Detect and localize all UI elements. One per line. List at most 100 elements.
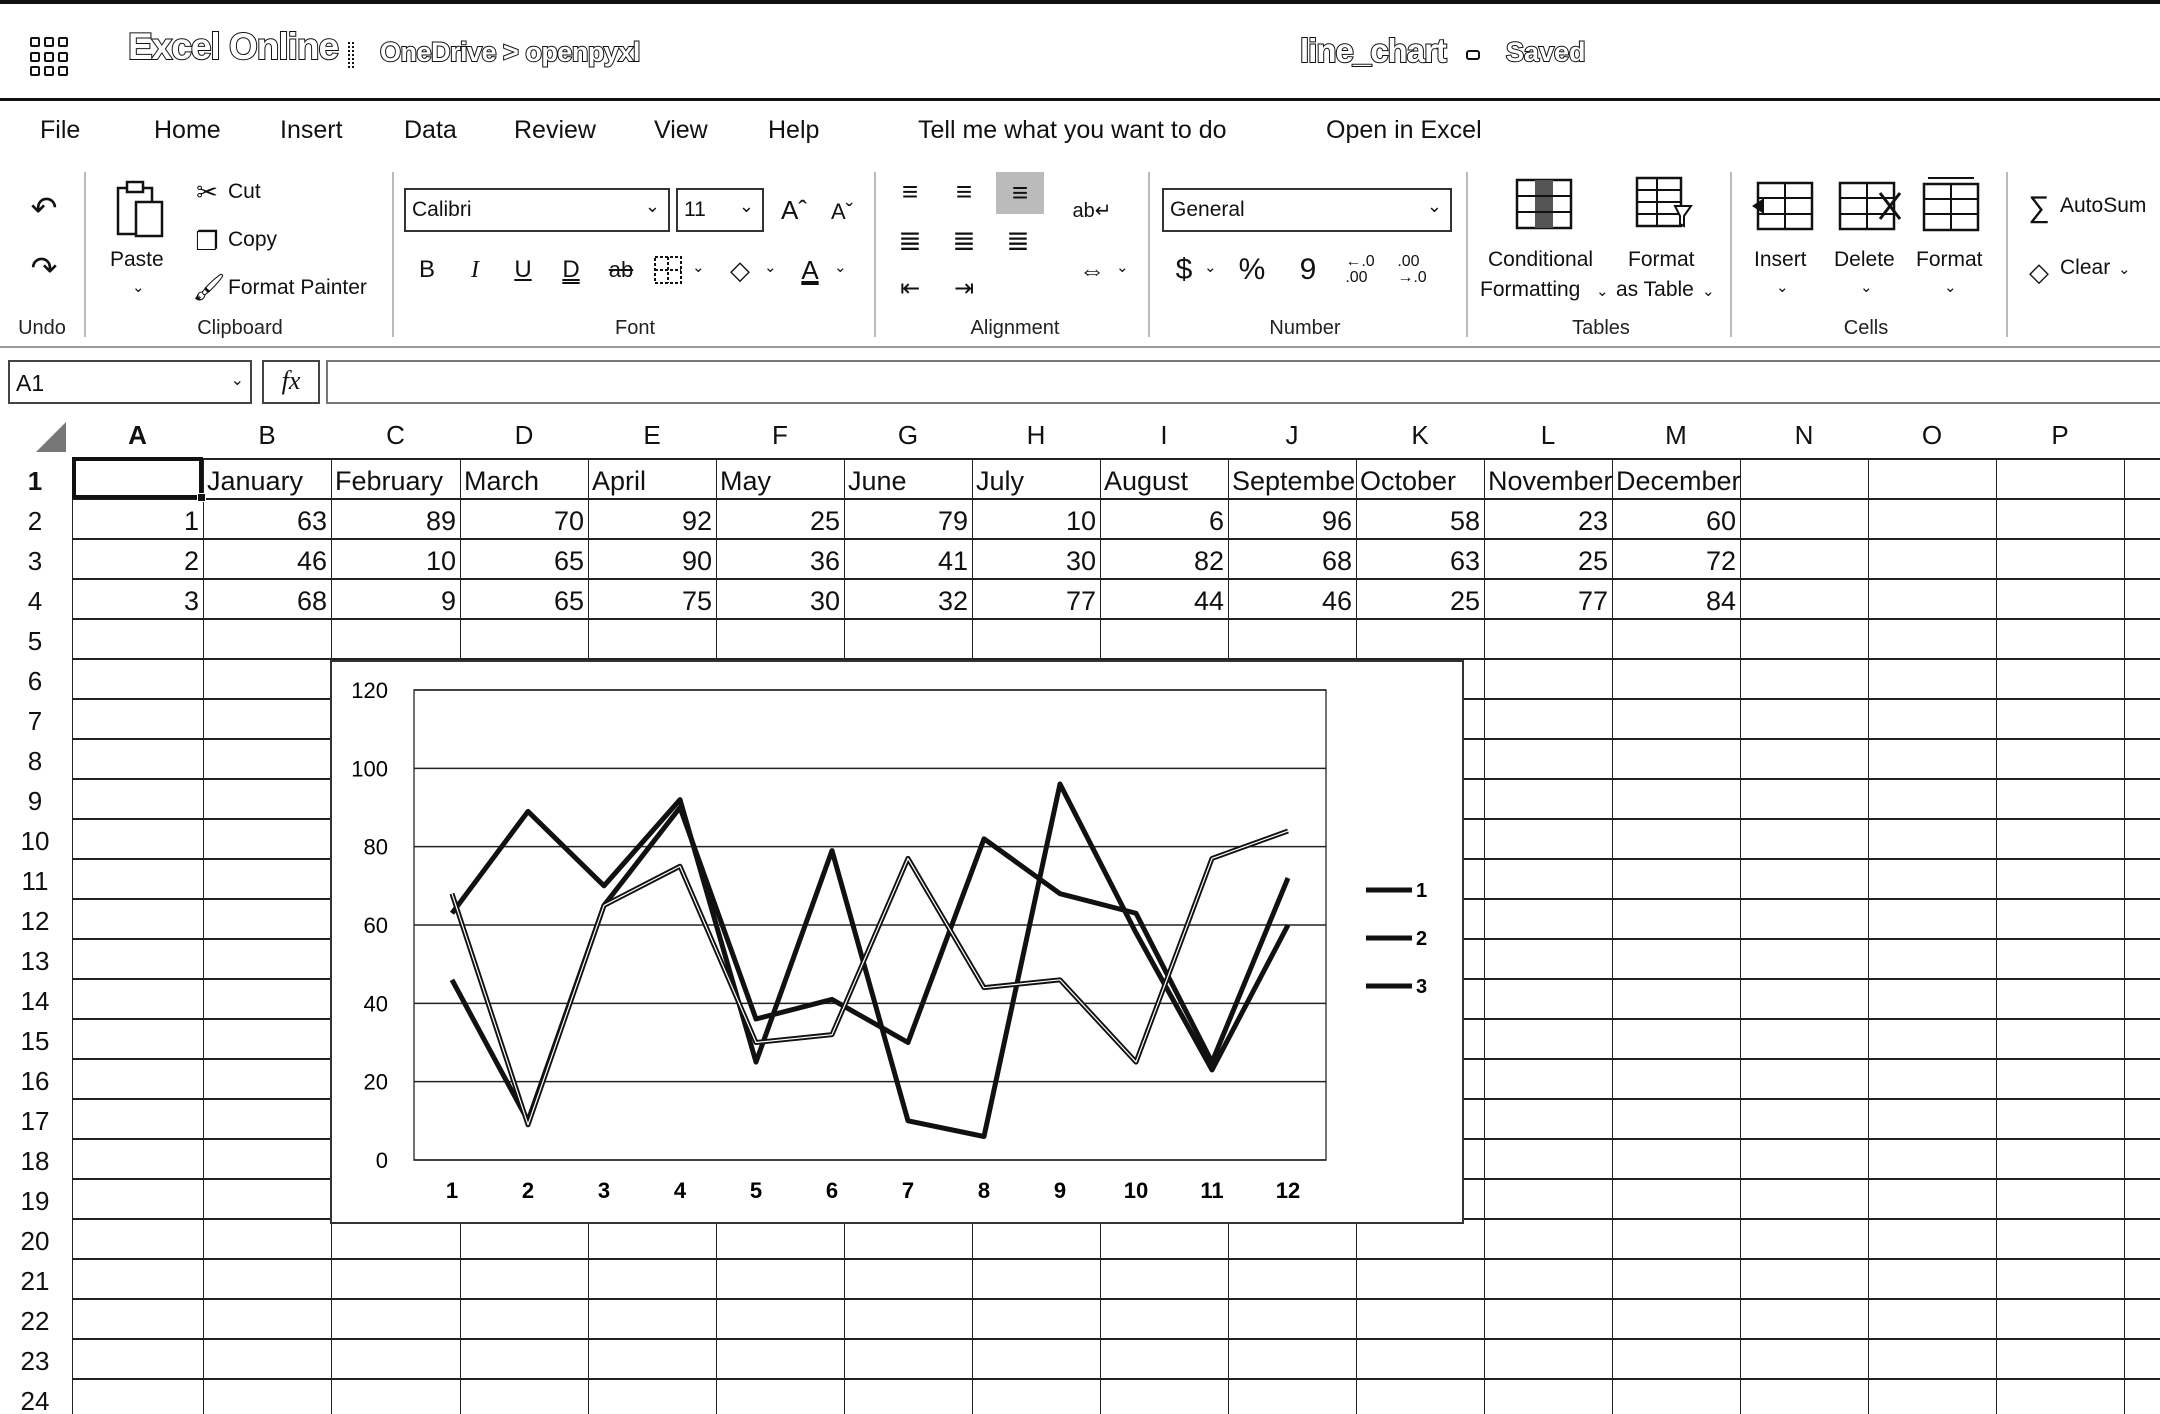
fill-color-dropdown-icon[interactable]: ⌄ <box>764 258 777 276</box>
increase-indent-icon[interactable]: ⇥ <box>946 270 982 306</box>
number-format-dropdown[interactable]: General ⌄ <box>1162 188 1452 232</box>
redo-icon[interactable]: ↷ <box>26 250 62 286</box>
format-as-table-dropdown-icon[interactable]: ⌄ <box>1702 282 1715 300</box>
tell-me-search[interactable]: Tell me what you want to do <box>918 116 1227 145</box>
decrease-decimal-icon[interactable]: .00 →.0 <box>1390 248 1434 292</box>
row-header-3[interactable]: 3 <box>0 546 70 577</box>
strikethrough-icon[interactable]: ab <box>604 252 638 288</box>
conditional-formatting-icon[interactable] <box>1514 176 1574 232</box>
align-right-icon[interactable]: ≣ <box>1000 222 1036 258</box>
row-header-7[interactable]: 7 <box>0 706 70 737</box>
line-chart[interactable]: 0 20 40 60 80 100 120 1 2 3 4 5 6 7 8 9 10 11 12 1 2 3 <box>330 660 1464 1224</box>
comma-style-icon[interactable]: 9 <box>1290 250 1326 290</box>
cell-e4[interactable]: 75 <box>588 580 716 620</box>
row-header-8[interactable]: 8 <box>0 746 70 777</box>
cell-m4[interactable]: 84 <box>1612 580 1740 620</box>
borders-dropdown-icon[interactable]: ⌄ <box>692 258 705 276</box>
column-header-j[interactable]: J <box>1228 420 1356 460</box>
delete-cells-icon[interactable] <box>1836 180 1902 232</box>
row-header-22[interactable]: 22 <box>0 1306 70 1337</box>
cell-h4[interactable]: 77 <box>972 580 1100 620</box>
percent-icon[interactable]: % <box>1232 250 1272 290</box>
cell-d1[interactable]: March <box>460 460 588 500</box>
tab-home[interactable]: Home <box>154 116 221 145</box>
app-name[interactable]: Excel Online <box>127 25 340 68</box>
tab-file[interactable]: File <box>40 116 80 145</box>
column-header-n[interactable]: N <box>1740 420 1868 460</box>
cell-b2[interactable]: 63 <box>203 500 331 540</box>
format-dropdown-icon[interactable]: ⌄ <box>1944 278 1957 296</box>
cell-c4[interactable]: 9 <box>331 580 460 620</box>
cell-i3[interactable]: 82 <box>1100 540 1228 580</box>
cell-l1[interactable]: November <box>1484 460 1612 500</box>
column-header-f[interactable]: F <box>716 420 844 460</box>
format-cells-button[interactable]: Format <box>1916 248 1983 272</box>
align-middle-icon[interactable]: ≡ <box>946 174 982 210</box>
formula-input[interactable] <box>326 360 2160 404</box>
column-header-a[interactable]: A <box>72 420 203 460</box>
clear-button[interactable]: Clear <box>2060 256 2110 280</box>
cell-i4[interactable]: 44 <box>1100 580 1228 620</box>
cell-a4[interactable]: 3 <box>72 580 203 620</box>
column-header-g[interactable]: G <box>844 420 972 460</box>
merge-dropdown-icon[interactable]: ⌄ <box>1116 258 1129 276</box>
cell-a3[interactable]: 2 <box>72 540 203 580</box>
column-header-o[interactable]: O <box>1868 420 1996 460</box>
row-header-10[interactable]: 10 <box>0 826 70 857</box>
column-header-m[interactable]: M <box>1612 420 1740 460</box>
format-painter-button[interactable]: Format Painter <box>228 276 367 300</box>
format-cells-icon[interactable] <box>1920 174 1982 232</box>
cell-c3[interactable]: 10 <box>331 540 460 580</box>
cell-b1[interactable]: January <box>203 460 331 500</box>
cell-k1[interactable]: October <box>1356 460 1484 500</box>
cell-h2[interactable]: 10 <box>972 500 1100 540</box>
autosum-icon[interactable]: ∑ <box>2024 190 2054 226</box>
cell-k4[interactable]: 25 <box>1356 580 1484 620</box>
cell-d3[interactable]: 65 <box>460 540 588 580</box>
row-header-21[interactable]: 21 <box>0 1266 70 1297</box>
row-header-18[interactable]: 18 <box>0 1146 70 1177</box>
currency-icon[interactable]: $ <box>1166 250 1202 290</box>
cell-h3[interactable]: 30 <box>972 540 1100 580</box>
row-header-5[interactable]: 5 <box>0 626 70 657</box>
copy-icon[interactable]: ❐ <box>190 224 224 258</box>
underline-icon[interactable]: U <box>508 252 538 288</box>
cell-k3[interactable]: 63 <box>1356 540 1484 580</box>
row-header-14[interactable]: 14 <box>0 986 70 1017</box>
eraser-icon[interactable]: ◇ <box>2024 254 2054 290</box>
column-header-l[interactable]: L <box>1484 420 1612 460</box>
font-name-dropdown[interactable]: Calibri ⌄ <box>404 188 670 232</box>
select-all-corner[interactable] <box>36 422 66 452</box>
row-header-2[interactable]: 2 <box>0 506 70 537</box>
format-as-table-button[interactable]: Format <box>1628 248 1695 272</box>
open-in-excel-button[interactable]: Open in Excel <box>1326 116 1482 145</box>
column-header-d[interactable]: D <box>460 420 588 460</box>
cell-m2[interactable]: 60 <box>1612 500 1740 540</box>
font-color-dropdown-icon[interactable]: ⌄ <box>834 258 847 276</box>
row-header-4[interactable]: 4 <box>0 586 70 617</box>
cell-g3[interactable]: 41 <box>844 540 972 580</box>
tab-view[interactable]: View <box>654 116 708 145</box>
column-header-p[interactable]: P <box>1996 420 2124 460</box>
cell-k2[interactable]: 58 <box>1356 500 1484 540</box>
font-size-dropdown[interactable]: 11 ⌄ <box>676 188 764 232</box>
breadcrumb[interactable]: OneDrive > openpyxl <box>379 36 641 68</box>
increase-font-icon[interactable]: Aˆ <box>776 192 812 228</box>
column-header-e[interactable]: E <box>588 420 716 460</box>
cell-i2[interactable]: 6 <box>1100 500 1228 540</box>
cell-e3[interactable]: 90 <box>588 540 716 580</box>
active-cell-outline[interactable] <box>72 457 203 499</box>
fill-color-icon[interactable]: ◇ <box>720 250 760 290</box>
cut-icon[interactable]: ✂ <box>196 176 218 208</box>
cell-j2[interactable]: 96 <box>1228 500 1356 540</box>
cut-button[interactable]: Cut <box>228 180 261 204</box>
cell-j4[interactable]: 46 <box>1228 580 1356 620</box>
cell-j1[interactable]: September <box>1228 460 1356 500</box>
autosum-button[interactable]: AutoSum <box>2060 194 2146 218</box>
cell-l4[interactable]: 77 <box>1484 580 1612 620</box>
row-header-24[interactable]: 24 <box>0 1386 70 1414</box>
row-header-19[interactable]: 19 <box>0 1186 70 1217</box>
cell-f1[interactable]: May <box>716 460 844 500</box>
insert-cells-button[interactable]: Insert <box>1754 248 1807 272</box>
cell-f3[interactable]: 36 <box>716 540 844 580</box>
